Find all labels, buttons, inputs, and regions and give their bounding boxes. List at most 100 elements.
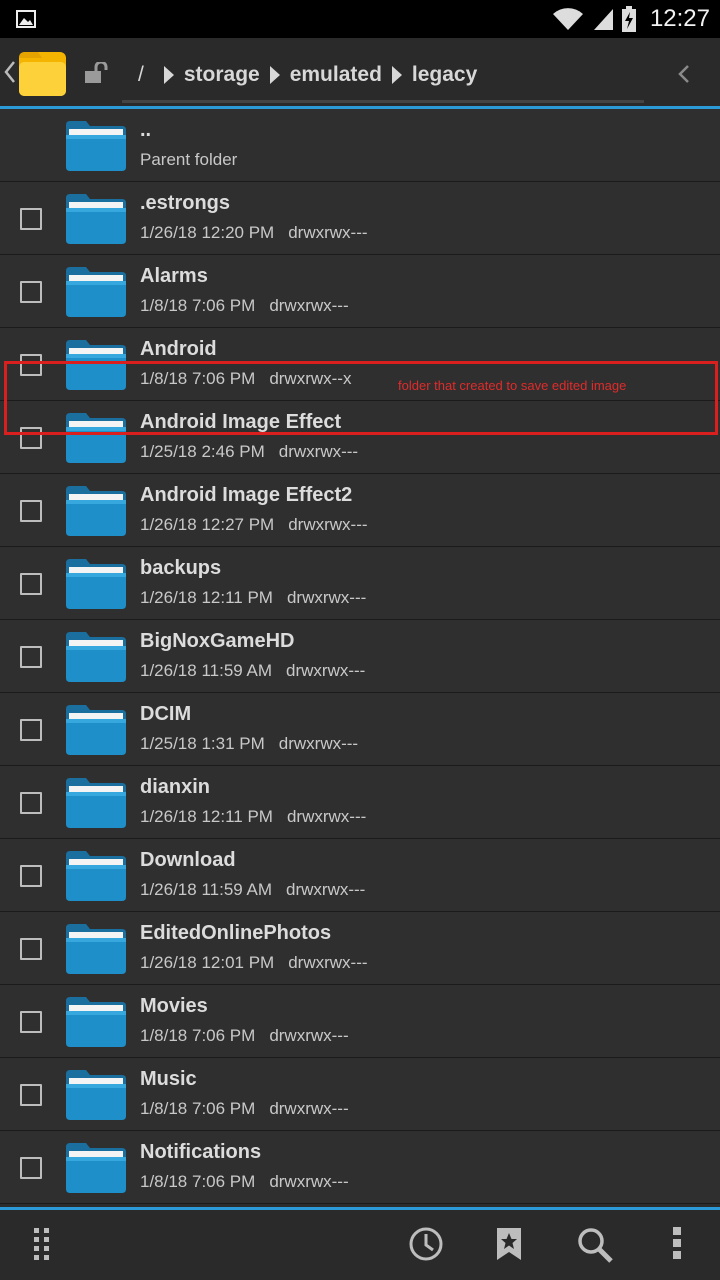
- file-meta: 1/25/18 1:31 PM drwxrwx---: [140, 734, 358, 754]
- signal-icon: [593, 9, 613, 30]
- folder-icon: [66, 1070, 126, 1120]
- row-checkbox[interactable]: [20, 427, 42, 449]
- file-permissions: drwxrwx---: [286, 807, 367, 826]
- file-meta: 1/26/18 12:20 PM drwxrwx---: [140, 223, 368, 243]
- chevron-left-icon[interactable]: [4, 60, 16, 84]
- file-row[interactable]: .estrongs 1/26/18 12:20 PM drwxrwx---: [0, 182, 720, 255]
- row-checkbox[interactable]: [20, 281, 42, 303]
- file-permissions: drwxrwx---: [288, 515, 368, 534]
- file-name: backups: [140, 557, 222, 579]
- file-date: 1/26/18 12:11 PM: [140, 807, 273, 826]
- file-row[interactable]: .. Parent folder: [0, 109, 720, 182]
- row-checkbox[interactable]: [20, 865, 42, 887]
- file-row[interactable]: Notifications 1/8/18 7:06 PM drwxrwx---: [0, 1131, 720, 1204]
- row-checkbox[interactable]: [20, 354, 42, 376]
- grid-menu-icon[interactable]: [32, 1226, 52, 1260]
- row-checkbox[interactable]: [20, 938, 42, 960]
- file-meta: 1/8/18 7:06 PM drwxrwx---: [140, 1099, 349, 1119]
- file-permissions: drwxrwx---: [286, 661, 366, 680]
- file-permissions: drwxrwx---: [278, 442, 359, 461]
- file-meta: 1/8/18 7:06 PM drwxrwx---: [140, 1172, 349, 1192]
- overflow-menu-icon[interactable]: [672, 1226, 682, 1260]
- file-name: Notifications: [140, 1141, 262, 1163]
- file-name: Music: [140, 1068, 197, 1090]
- file-row[interactable]: DCIM 1/25/18 1:31 PM drwxrwx---: [0, 693, 720, 766]
- file-row[interactable]: EditedOnlinePhotos 1/26/18 12:01 PM drwxrw…: [0, 912, 720, 985]
- folder-icon: [66, 1143, 126, 1193]
- file-name: Android Image Effect: [140, 411, 342, 433]
- breadcrumb-item-legacy[interactable]: legacy: [391, 63, 477, 87]
- file-name: BigNoxGameHD: [140, 630, 295, 652]
- file-date: 1/26/18 12:20 PM: [140, 223, 275, 242]
- file-meta: 1/8/18 7:06 PM drwxrwx---: [140, 1026, 349, 1046]
- file-permissions: drwxrwx---: [278, 734, 359, 753]
- row-checkbox[interactable]: [20, 1011, 42, 1033]
- file-date: 1/8/18 7:06 PM: [140, 296, 256, 315]
- file-name: ..: [140, 119, 152, 141]
- image-notification-icon: [16, 10, 36, 28]
- row-checkbox[interactable]: [20, 646, 42, 668]
- file-row[interactable]: BigNoxGameHD 1/26/18 11:59 AM drwxrwx---: [0, 620, 720, 693]
- file-date: 1/8/18 7:06 PM: [140, 1099, 256, 1118]
- file-permissions: drwxrwx---: [288, 223, 368, 242]
- history-clock-icon[interactable]: [408, 1226, 444, 1262]
- breadcrumb-item-storage[interactable]: storage: [163, 63, 260, 87]
- row-checkbox[interactable]: [20, 573, 42, 595]
- file-name: EditedOnlinePhotos: [140, 922, 332, 944]
- row-checkbox[interactable]: [20, 208, 42, 230]
- row-checkbox[interactable]: [20, 1084, 42, 1106]
- file-row[interactable]: Android Image Effect 1/25/18 2:46 PM drwxr…: [0, 401, 720, 474]
- file-name: dianxin: [140, 776, 211, 798]
- battery-charging-icon: [621, 6, 636, 32]
- folder-icon: [66, 559, 126, 609]
- file-date: 1/26/18 11:59 AM: [140, 661, 273, 680]
- status-bar: 12:27: [0, 0, 720, 38]
- file-permissions: drwxrwx---: [286, 588, 367, 607]
- row-checkbox[interactable]: [20, 792, 42, 814]
- folder-icon: [66, 997, 126, 1047]
- search-icon[interactable]: [576, 1226, 614, 1264]
- file-meta: 1/26/18 11:59 AM drwxrwx---: [140, 661, 365, 681]
- file-row[interactable]: Music 1/8/18 7:06 PM drwxrwx---: [0, 1058, 720, 1131]
- breadcrumb-item-emulated[interactable]: emulated: [269, 63, 382, 87]
- file-row[interactable]: backups 1/26/18 12:11 PM drwxrwx---: [0, 547, 720, 620]
- file-name: Alarms: [140, 265, 208, 287]
- file-name: .estrongs: [140, 192, 231, 214]
- unlocked-icon[interactable]: [84, 62, 110, 84]
- file-meta: 1/26/18 12:27 PM drwxrwx---: [140, 515, 368, 535]
- file-meta: 1/26/18 11:59 AM drwxrwx---: [140, 880, 365, 900]
- file-meta: 1/26/18 12:11 PM drwxrwx---: [140, 807, 366, 827]
- row-checkbox[interactable]: [20, 500, 42, 522]
- file-list: .. Parent folder .estrongs 1/26/18 12:20 PM…: [0, 109, 720, 1207]
- file-row[interactable]: dianxin 1/26/18 12:11 PM drwxrwx---: [0, 766, 720, 839]
- file-date: 1/8/18 7:06 PM: [140, 1026, 256, 1045]
- breadcrumb-root[interactable]: /: [138, 63, 144, 87]
- file-date: 1/25/18 2:46 PM: [140, 442, 265, 461]
- bottom-bar: [0, 1210, 720, 1280]
- file-meta: 1/26/18 12:01 PM drwxrwx---: [140, 953, 368, 973]
- file-permissions: drwxrwx---: [269, 296, 349, 315]
- file-row[interactable]: Android Image Effect2 1/26/18 12:27 PM drw…: [0, 474, 720, 547]
- chevron-left-icon[interactable]: [678, 64, 690, 84]
- folder-icon: [66, 486, 126, 536]
- breadcrumb-arrow-icon: [269, 66, 280, 84]
- folder-app-icon[interactable]: [18, 50, 67, 97]
- bookmark-star-icon[interactable]: [495, 1226, 523, 1262]
- file-row[interactable]: Movies 1/8/18 7:06 PM drwxrwx---: [0, 985, 720, 1058]
- breadcrumb-label: emulated: [289, 63, 382, 86]
- row-checkbox[interactable]: [20, 1157, 42, 1179]
- file-row[interactable]: Download 1/26/18 11:59 AM drwxrwx---: [0, 839, 720, 912]
- breadcrumb: / storage emulated legacy: [122, 50, 644, 103]
- folder-icon: [66, 121, 126, 171]
- file-permissions: drwxrwx---: [286, 880, 366, 899]
- folder-icon: [66, 851, 126, 901]
- file-date: Parent folder: [140, 150, 238, 169]
- file-row[interactable]: Alarms 1/8/18 7:06 PM drwxrwx---: [0, 255, 720, 328]
- folder-icon: [66, 267, 126, 317]
- file-date: 1/8/18 7:06 PM: [140, 1172, 256, 1191]
- wifi-icon: [552, 8, 583, 30]
- folder-icon: [66, 924, 126, 974]
- folder-icon: [66, 340, 126, 390]
- row-checkbox[interactable]: [20, 719, 42, 741]
- file-meta: 1/8/18 7:06 PM drwxrwx---: [140, 296, 349, 316]
